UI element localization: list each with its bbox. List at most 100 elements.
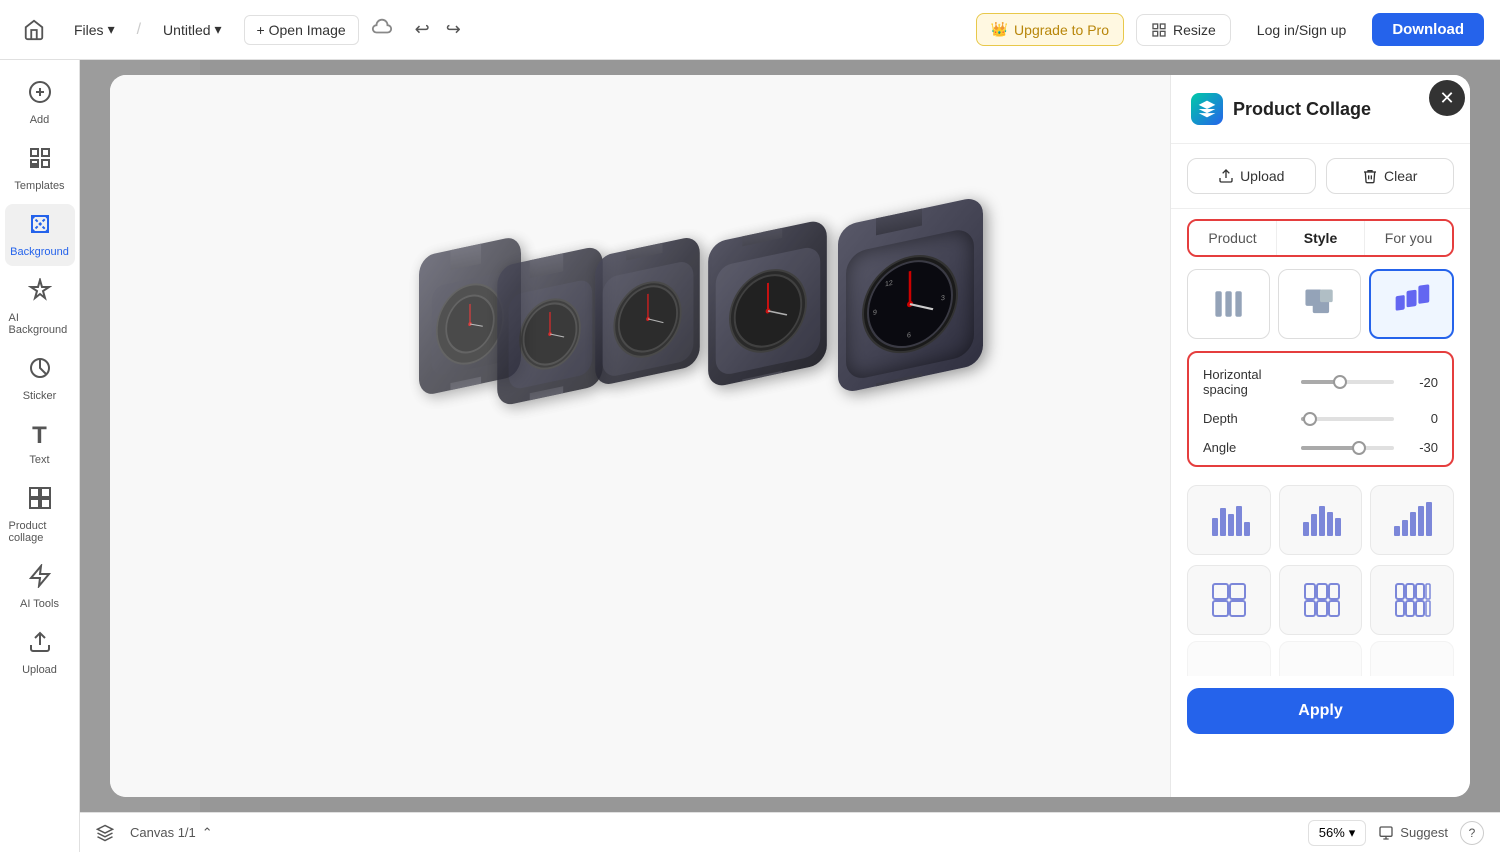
home-button[interactable] [16,12,52,48]
undo-button[interactable]: ↩ [409,15,436,44]
partial-row [1171,641,1470,676]
download-button[interactable]: Download [1372,13,1484,46]
modal-close-button[interactable]: ✕ [1429,80,1465,116]
watch-item [708,218,827,388]
grid-option-2[interactable] [1279,565,1363,635]
sticker-icon [28,356,52,386]
horizontal-spacing-value: -20 [1402,375,1438,390]
tabs-container: Product Style For you [1187,219,1454,257]
tab-for-you[interactable]: For you [1365,221,1452,255]
watch-item [595,235,700,387]
tabs-section: Product Style For you [1171,209,1470,261]
canvas-label: Canvas 1/1 [130,825,196,840]
cloud-save-icon[interactable] [371,16,393,43]
sidebar-item-sticker[interactable]: Sticker [5,348,75,410]
modal-header: Product Collage [1171,75,1470,144]
apply-label: Apply [1298,702,1342,719]
horizontal-spacing-track[interactable] [1301,380,1394,384]
angle-track[interactable] [1301,446,1394,450]
partial-option-2 [1279,641,1363,676]
document-title[interactable]: Untitled ▾ [153,15,232,44]
tab-for-you-label: For you [1385,230,1432,246]
depth-track[interactable] [1301,417,1394,421]
sidebar-item-ai-tools[interactable]: AI Tools [5,556,75,618]
horizontal-spacing-row: Horizontal spacing -20 [1203,367,1438,397]
modal-title: Product Collage [1233,99,1371,120]
suggest-label: Suggest [1400,825,1448,840]
sidebar-background-label: Background [10,246,69,258]
login-label: Log in/Sign up [1257,22,1347,38]
canvas-info[interactable]: Canvas 1/1 ⌃ [130,825,213,841]
action-row: Upload Clear [1171,144,1470,209]
layout-options-row [1171,261,1470,351]
ai-background-icon [28,278,52,308]
open-image-button[interactable]: + Open Image [244,15,359,45]
suggest-button[interactable]: Suggest [1378,825,1448,841]
clear-label: Clear [1384,168,1417,184]
svg-text:3: 3 [941,294,945,302]
undo-redo-group: ↩ ↪ [409,15,467,44]
sidebar-item-upload[interactable]: Upload [5,622,75,684]
download-label: Download [1392,21,1464,38]
upload-icon [1218,168,1234,184]
sidebar-item-templates[interactable]: Templates [5,138,75,200]
product-collage-icon [28,486,52,516]
files-chevron: ▾ [108,21,115,38]
pattern-bar-1[interactable] [1187,485,1271,555]
grid-row-1 [1171,561,1470,641]
layout-option-2[interactable] [1278,269,1361,339]
files-menu[interactable]: Files ▾ [64,15,125,44]
angle-row: Angle -30 [1203,440,1438,455]
topbar-right-section: 👑 Upgrade to Pro Resize Log in/Sign up D… [976,13,1484,46]
sidebar-product-collage-label: Product collage [9,520,71,544]
templates-icon [28,146,52,176]
zoom-chevron: ▾ [1349,825,1356,841]
upload-button[interactable]: Upload [1187,158,1316,194]
pattern-bar-3[interactable] [1370,485,1454,555]
pattern-row-1 [1171,477,1470,561]
resize-icon [1151,22,1167,38]
zoom-label: 56% [1319,825,1345,840]
suggest-icon [1378,825,1394,841]
horizontal-spacing-label: Horizontal spacing [1203,367,1293,397]
upgrade-button[interactable]: 👑 Upgrade to Pro [976,13,1124,46]
sidebar-item-ai-background[interactable]: AI Background [5,270,75,344]
text-icon: T [32,422,47,450]
login-button[interactable]: Log in/Sign up [1243,15,1361,45]
layers-icon [96,824,114,842]
clear-button[interactable]: Clear [1326,158,1455,194]
sidebar-upload-label: Upload [22,664,57,676]
grid-option-3[interactable] [1370,565,1454,635]
files-label: Files [74,22,104,38]
watches-display: 12 3 6 9 [390,176,890,696]
resize-button[interactable]: Resize [1136,14,1231,46]
sidebar-ai-bg-label: AI Background [9,312,71,336]
separator: / [137,21,141,39]
sidebar-ai-tools-label: AI Tools [20,598,59,610]
redo-button[interactable]: ↪ [440,15,467,44]
grid-option-1[interactable] [1187,565,1271,635]
pattern-bar-2[interactable] [1279,485,1363,555]
topbar: Files ▾ / Untitled ▾ + Open Image ↩ ↪ 👑 … [0,0,1500,60]
layout-option-3[interactable] [1369,269,1454,339]
watch-item: 12 3 6 9 [838,196,983,395]
sidebar-item-add[interactable]: Add [5,72,75,134]
zoom-control[interactable]: 56% ▾ [1308,820,1367,846]
open-image-label: + Open Image [257,22,346,38]
apply-button[interactable]: Apply [1187,688,1454,734]
sidebar-item-product-collage[interactable]: Product collage [5,478,75,552]
resize-label: Resize [1173,22,1216,38]
partial-option-3 [1370,641,1454,676]
upgrade-label: Upgrade to Pro [1014,22,1109,38]
partial-option-1 [1187,641,1271,676]
sidebar-item-text[interactable]: T Text [5,414,75,474]
svg-text:9: 9 [873,309,877,317]
layout-option-1[interactable] [1187,269,1270,339]
help-button[interactable]: ? [1460,821,1484,845]
tab-style[interactable]: Style [1277,221,1365,255]
upload-label: Upload [1240,168,1284,184]
layers-button[interactable] [96,824,114,842]
tab-product[interactable]: Product [1189,221,1277,255]
sidebar-item-background[interactable]: Background [5,204,75,266]
sidebar-sticker-label: Sticker [23,390,57,402]
